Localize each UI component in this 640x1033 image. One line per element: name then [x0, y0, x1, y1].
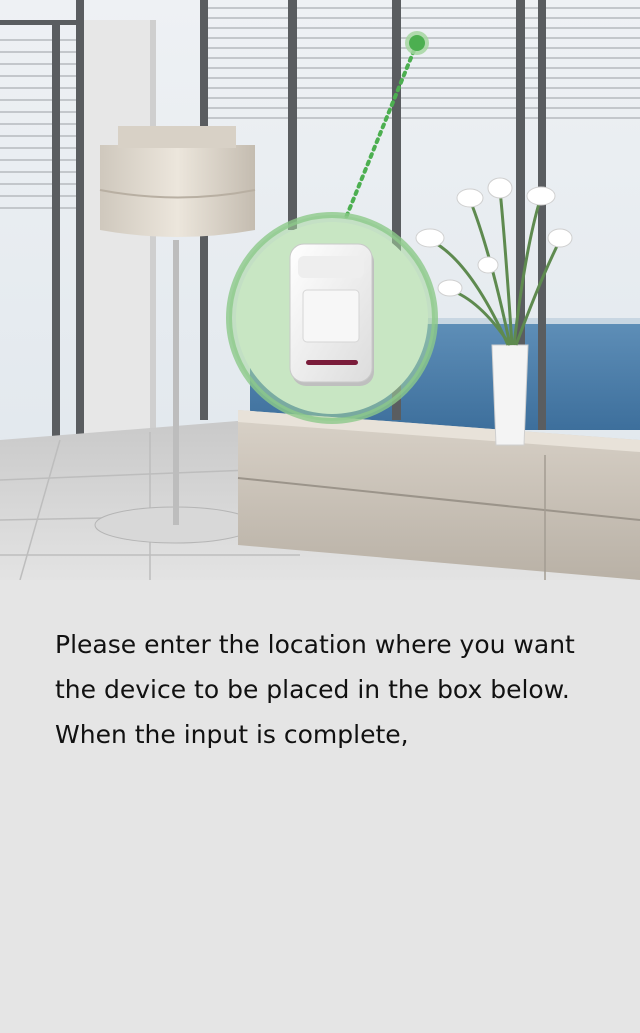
content-panel: Please enter the location where you want…	[0, 580, 640, 1033]
hero-image	[0, 0, 640, 580]
location-marker-dot	[409, 35, 425, 51]
wall-pillar	[84, 20, 154, 490]
motion-sensor-icon	[289, 243, 374, 386]
room-scene-illustration	[0, 0, 640, 580]
device-placement-screen: Please enter the location where you want…	[0, 0, 640, 1033]
instruction-text: Please enter the location where you want…	[55, 630, 575, 749]
